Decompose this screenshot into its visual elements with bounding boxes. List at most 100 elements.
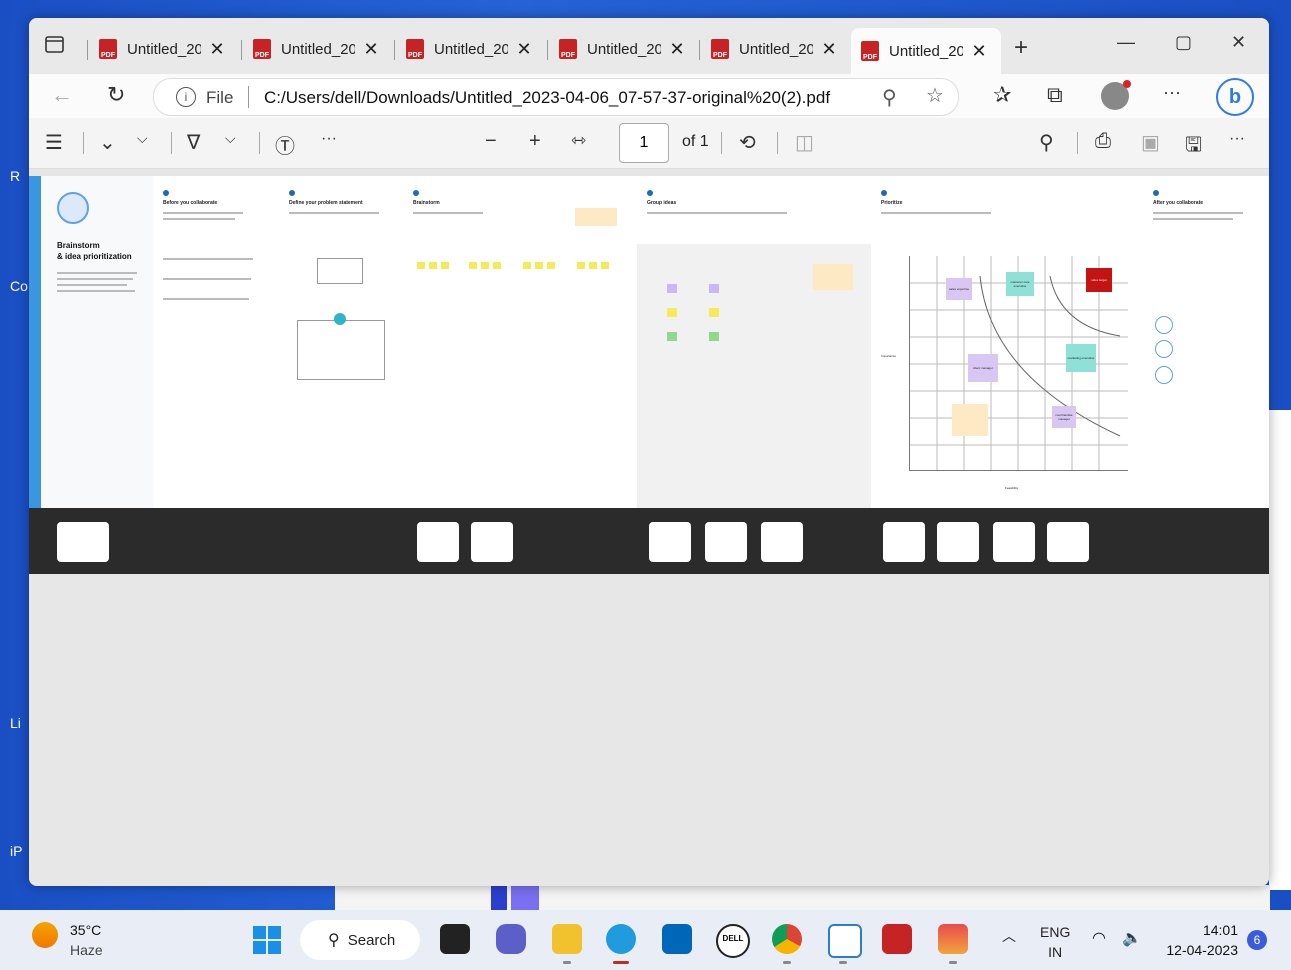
pdf-icon: PDF [253, 39, 271, 59]
close-tab-icon[interactable]: ✕ [514, 39, 534, 60]
desktop-icon-label[interactable]: iP [10, 843, 22, 859]
zoom-in-button[interactable]: + [529, 130, 541, 153]
zoom-icon[interactable]: ⚲ [882, 85, 897, 110]
tab-separator [241, 40, 242, 60]
desktop-icon-label[interactable]: R [10, 168, 20, 184]
settings-more-icon[interactable]: ··· [1229, 130, 1245, 148]
file-explorer-icon[interactable] [552, 924, 582, 954]
task-view-icon[interactable] [440, 924, 470, 954]
active-indicator [613, 961, 629, 964]
sticky-note [601, 262, 609, 269]
tip-note [575, 208, 617, 226]
address-bar[interactable]: i File C:/Users/dell/Downloads/Untitled_… [153, 78, 959, 116]
close-tab-icon[interactable]: ✕ [819, 39, 839, 60]
start-button[interactable] [253, 926, 281, 954]
tab-pdf-1[interactable]: PDF Untitled_2023-04-06 ✕ [89, 32, 239, 66]
sticky-note [493, 262, 501, 269]
tab-separator [699, 40, 700, 60]
text-line [163, 278, 251, 280]
favorites-icon[interactable]: ✰ [993, 82, 1011, 108]
column-header: Prioritize [881, 200, 903, 206]
add-favorite-icon[interactable]: ☆ [926, 83, 944, 108]
tab-pdf-2[interactable]: PDF Untitled_2023-04-06 ✕ [243, 32, 393, 66]
wifi-icon[interactable]: ◠ [1092, 928, 1106, 948]
text-line [163, 258, 253, 260]
priority-note: marketing executive [1066, 344, 1096, 372]
chrome-icon[interactable] [772, 924, 802, 954]
clock[interactable]: 14:01 12-04-2023 [1160, 920, 1238, 960]
profile-avatar[interactable] [1101, 80, 1131, 110]
browser-window: PDF Untitled_2023-04-06 ✕ PDF Untitled_2… [29, 18, 1269, 886]
desktop-icon-label[interactable]: Co [10, 278, 28, 294]
microsoft-store-icon[interactable] [662, 924, 692, 954]
tab-pdf-4[interactable]: PDF Untitled_2023-04-06 ✕ [549, 32, 699, 66]
tab-separator [394, 40, 395, 60]
maximize-button[interactable]: ▢ [1175, 32, 1192, 53]
search-icon[interactable]: ⚲ [1039, 130, 1054, 155]
fit-width-icon[interactable]: ⇿ [571, 130, 586, 151]
print-icon[interactable]: ⎙ [1095, 130, 1111, 153]
notification-badge[interactable]: 6 [1247, 930, 1267, 950]
refresh-icon[interactable]: ↻ [107, 82, 125, 108]
draw-icon[interactable]: ∇ [187, 130, 200, 155]
more-icon[interactable]: ··· [1163, 82, 1181, 103]
close-tab-icon[interactable]: ✕ [207, 39, 227, 60]
teams-chat-icon[interactable] [496, 924, 526, 954]
snipping-tool-icon[interactable] [938, 924, 968, 954]
save-icon[interactable]: ▣ [1141, 130, 1160, 155]
text-box-icon[interactable]: Ⓣ [275, 130, 295, 159]
back-icon[interactable]: ← [51, 82, 73, 108]
acrobat-icon[interactable] [882, 924, 912, 954]
save-as-icon[interactable]: 🖫 [1185, 130, 1202, 164]
tab-pdf-3[interactable]: PDF Untitled_2023-04-06 ✕ [396, 32, 546, 66]
taskbar-search[interactable]: ⚲ Search [300, 920, 420, 960]
info-icon[interactable]: i [176, 87, 196, 107]
notepad-icon[interactable] [828, 924, 862, 958]
page-view-icon[interactable]: ◫ [795, 130, 814, 155]
language-indicator[interactable]: ENG IN [1040, 922, 1070, 962]
start-tile [253, 941, 266, 954]
prioritize-column: Prioritize sales expertise customer care… [871, 176, 1144, 508]
tab-pdf-5[interactable]: PDF Untitled_2023-04-06 ✕ [701, 32, 851, 66]
highlight-icon[interactable]: ⌄ [99, 130, 116, 155]
text-line [881, 212, 991, 214]
tab-actions-icon[interactable] [45, 36, 69, 56]
highlight-dropdown-icon[interactable]: ⌵ [137, 130, 148, 147]
language-code: ENG [1040, 924, 1071, 940]
close-tab-icon[interactable]: ✕ [361, 39, 381, 60]
more-tools-icon[interactable]: ··· [321, 130, 337, 148]
close-tab-icon[interactable]: ✕ [667, 39, 687, 60]
desktop-icon-label[interactable]: Li [10, 715, 21, 731]
minimize-button[interactable]: — [1117, 32, 1135, 53]
volume-icon[interactable]: 🔈 [1122, 928, 1142, 948]
weather-icon[interactable] [32, 922, 58, 948]
weather-condition[interactable]: Haze [70, 942, 103, 958]
url-text[interactable]: C:/Users/dell/Downloads/Untitled_2023-04… [264, 88, 830, 108]
rotate-icon[interactable]: ⟲ [739, 130, 756, 155]
page-number-input[interactable]: 1 [619, 123, 669, 163]
close-window-button[interactable]: ✕ [1231, 32, 1246, 53]
contents-icon[interactable]: ☰ [45, 130, 63, 155]
close-tab-icon[interactable]: ✕ [969, 41, 989, 62]
running-indicator [949, 961, 957, 964]
pdf-icon: PDF [861, 41, 879, 61]
draw-dropdown-icon[interactable]: ⌵ [225, 130, 236, 147]
weather-temperature[interactable]: 35°C [70, 922, 101, 938]
pdf-toolbar: ☰ ⌄ ⌵ ∇ ⌵ Ⓣ ··· − + ⇿ 1 of 1 ⟲ ◫ ⚲ ⎙ ▣ 🖫… [29, 118, 1269, 169]
document-area[interactable]: Brainstorm & idea prioritization Before … [29, 176, 1269, 886]
edge-browser-icon[interactable] [606, 924, 636, 954]
chevron-up-icon[interactable]: ︿ [1002, 926, 1016, 946]
collections-icon[interactable]: ⧉ [1047, 82, 1063, 108]
dell-icon[interactable]: DELL [716, 924, 750, 958]
sticky-note [709, 284, 719, 293]
priority-note: sales target [1086, 268, 1112, 292]
new-tab-button[interactable]: + [1014, 34, 1028, 62]
bing-icon[interactable]: b [1216, 78, 1254, 116]
sticky-note [667, 332, 677, 341]
text-line [57, 272, 137, 274]
zoom-out-button[interactable]: − [485, 130, 497, 153]
tab-pdf-6-active[interactable]: PDF Untitled_2023-04-06 ✕ [851, 28, 1001, 74]
search-label: Search [347, 931, 396, 949]
sticky-note [667, 308, 677, 317]
tab-title: Untitled_2023-04-06 [889, 42, 963, 60]
